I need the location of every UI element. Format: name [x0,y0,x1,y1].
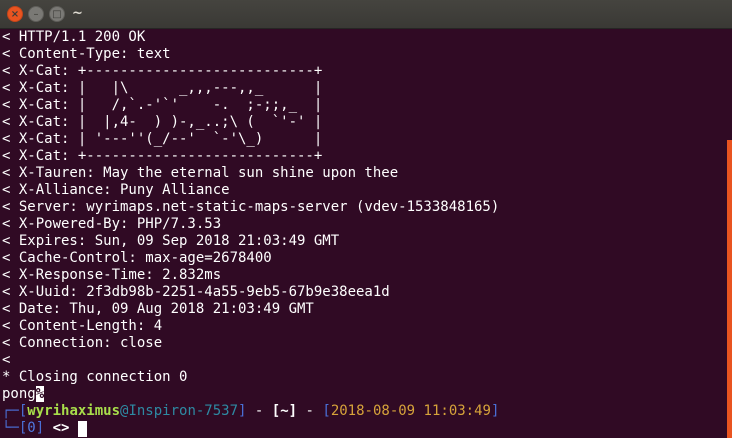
response-body-line: pong% [2,386,722,403]
output-lines: < HTTP/1.1 200 OK < Content-Type: text < X… [2,29,722,386]
scrollbar-indicator[interactable] [727,140,732,438]
output-line: < X-Cat: | /,`.-'`' -. ;-;;,_ | [2,97,323,113]
output-line: < Connection: close [2,335,163,351]
prompt-path-open: [ [271,403,281,419]
output-line: < Expires: Sun, 09 Sep 2018 21:03:49 GMT [2,233,340,249]
prompt-time-close: ] [490,403,500,419]
minimize-button[interactable]: – [28,6,44,22]
prompt-path: ~ [280,403,289,419]
prompt-exit-code: 0 [27,420,36,436]
title-bar: × – □ ~ [0,0,732,29]
end-of-output-mark: % [35,386,45,402]
output-line: < Cache-Control: max-age=2678400 [2,250,272,266]
output-line: < X-Powered-By: PHP/7.3.53 [2,216,222,232]
prompt-timestamp: 2018-08-09 11:03:49 [330,403,491,419]
output-line: < [2,352,11,368]
maximize-button[interactable]: □ [49,6,65,22]
output-line: < Content-Length: 4 [2,318,163,334]
output-line: < Content-Type: text [2,46,171,62]
window-title: ~ [72,6,83,21]
prompt-symbol: <> [44,420,78,436]
prompt-path-close: ] [288,403,298,419]
output-line: < X-Response-Time: 2.832ms [2,267,222,283]
output-line: < X-Cat: +---------------------------+ [2,63,323,79]
output-line: < Date: Thu, 09 Aug 2018 21:03:49 GMT [2,301,314,317]
terminal-output[interactable]: < HTTP/1.1 200 OK < Content-Type: text < X… [2,29,722,438]
prompt-line2-prefix: └─[ [2,420,28,436]
output-line: < X-Uuid: 2f3db98b-2251-4a55-9eb5-67b9e3… [2,284,390,300]
output-line: < HTTP/1.1 200 OK [2,29,146,45]
prompt-dash-2: - [297,403,323,419]
prompt-line2-close: ] [35,420,45,436]
prompt-line-1: ┌─[wyrihaximus@Inspiron-7537] - [~] - [2… [2,403,722,420]
output-line: < X-Cat: +---------------------------+ [2,148,323,164]
output-line: < Server: wyrimaps.net-static-maps-serve… [2,199,500,215]
terminal-window: × – □ ~ < HTTP/1.1 200 OK < Content-Type:… [0,0,732,438]
close-button[interactable]: × [7,6,23,22]
output-line: < X-Tauren: May the eternal sun shine up… [2,165,399,181]
output-line: < X-Cat: | '---''(_/--' `-'\_) | [2,131,323,147]
output-line: * Closing connection 0 [2,369,188,385]
prompt-time-open: [ [322,403,331,419]
text-cursor[interactable] [77,421,87,437]
prompt-dash-1: - [246,403,272,419]
prompt-user: wyrihaximus [27,403,121,419]
output-line: < X-Cat: | |\ _,,,---,,_ | [2,80,323,96]
output-line: < X-Cat: | |,4- ) )-,_..;\ ( `'-' | [2,114,323,130]
prompt-line1-prefix: ┌─[ [2,403,28,419]
prompt-host: Inspiron-7537 [128,403,239,419]
output-line: < X-Alliance: Puny Alliance [2,182,230,198]
prompt-line-2: └─[0] <> [2,420,722,437]
response-body: pong [2,386,36,402]
